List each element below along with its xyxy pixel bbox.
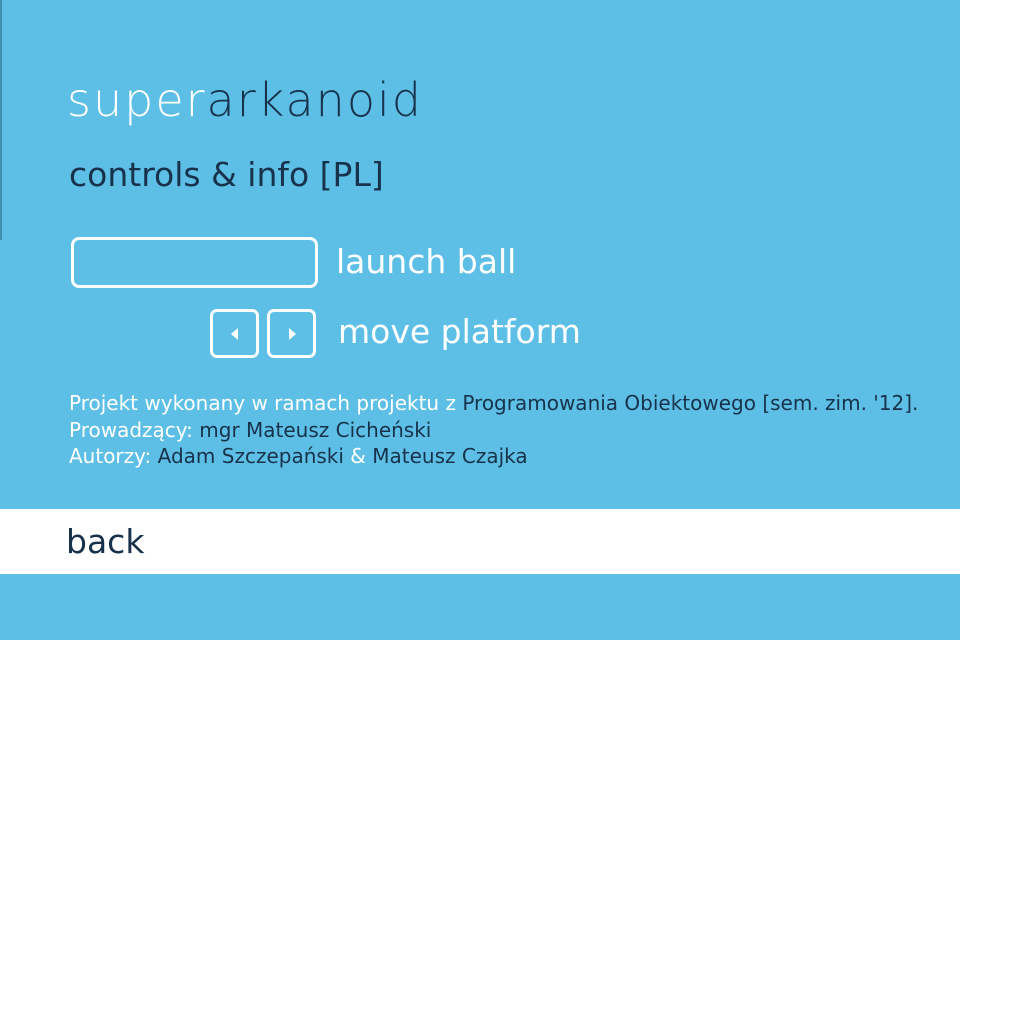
arrow-right-key xyxy=(267,309,316,358)
move-platform-label: move platform xyxy=(338,312,581,351)
authors-prefix: Autorzy: xyxy=(69,444,158,468)
spacebar-key-icon xyxy=(71,237,318,288)
supervisor-name: mgr Mateusz Cicheński xyxy=(199,417,432,442)
panel-edge xyxy=(0,0,2,240)
arrow-left-key xyxy=(210,309,259,358)
back-button[interactable]: back xyxy=(66,520,144,564)
supervisor-prefix: Prowadzący: xyxy=(69,417,200,442)
title-part-super: super xyxy=(67,73,207,127)
launch-ball-label: launch ball xyxy=(336,242,517,281)
author-1: Adam Szczepański xyxy=(157,444,344,468)
project-suffix: . xyxy=(912,391,919,415)
credits-line-authors: Autorzy: Adam Szczepański & Mateusz Czaj… xyxy=(69,443,918,470)
title-part-arkanoid: arkanoid xyxy=(206,73,423,127)
game-title: superarkanoid xyxy=(67,70,423,130)
credits-line-project: Projekt wykonany w ramach projektu z Pro… xyxy=(69,390,918,417)
project-prefix: Projekt wykonany w ramach projektu z xyxy=(69,391,463,415)
credits-info: Projekt wykonany w ramach projektu z Pro… xyxy=(69,390,918,470)
page-subtitle: controls & info [PL] xyxy=(69,155,384,194)
footer-panel xyxy=(0,574,960,640)
author-2: Mateusz Czajka xyxy=(372,444,528,468)
arrow-right-icon xyxy=(288,327,296,340)
authors-ampersand: & xyxy=(343,444,373,468)
arrow-left-icon xyxy=(230,327,238,340)
credits-line-supervisor: Prowadzący: mgr Mateusz Cicheński xyxy=(69,417,918,444)
course-name: Programowania Obiektowego [sem. zim. '12… xyxy=(462,391,913,415)
